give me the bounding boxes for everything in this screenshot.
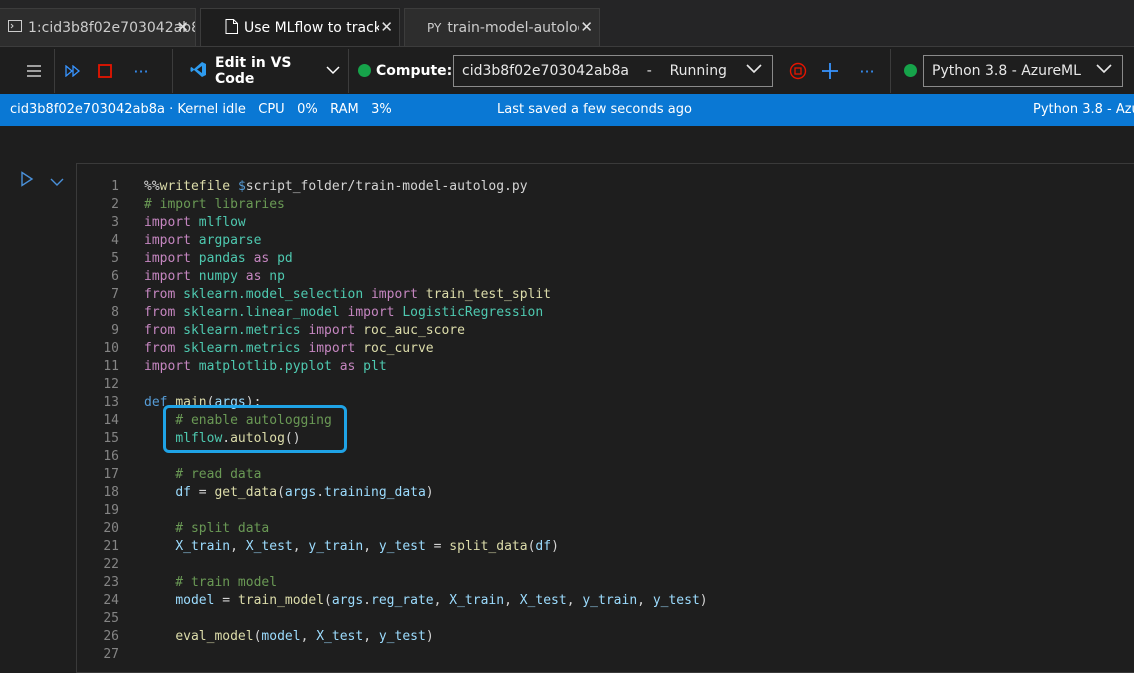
code-line: from sklearn.metrics import roc_auc_scor… [144, 323, 465, 338]
code-line: eval_model(model, X_test, y_test) [175, 629, 434, 644]
vscode-icon [190, 61, 207, 82]
line-number: 21 [103, 539, 119, 554]
line-number: 3 [111, 215, 119, 230]
line-number: 23 [103, 575, 119, 590]
stop-icon[interactable] [94, 59, 116, 83]
code-line: import argparse [144, 233, 262, 248]
line-number: 18 [103, 485, 119, 500]
line-number: 10 [103, 341, 119, 356]
notebook-icon [225, 18, 238, 37]
more-icon[interactable]: ··· [130, 59, 152, 83]
line-number: 11 [103, 359, 119, 374]
code-line: from sklearn.model_selection import trai… [144, 287, 552, 302]
kernel-status-text: cid3b8f02e703042ab8a · Kernel idle CPU 0… [10, 102, 392, 117]
edit-label: Edit in VS Code [215, 55, 292, 87]
stop-compute-icon[interactable] [788, 59, 808, 83]
tab-notebook[interactable]: Use MLflow to track jö ✕ [200, 8, 400, 46]
line-number: 9 [111, 323, 119, 338]
compute-value: cid3b8f02e703042ab8a - Running [462, 63, 727, 79]
edit-in-vscode-button[interactable]: Edit in VS Code [190, 55, 340, 87]
line-number: 7 [111, 287, 119, 302]
line-number: 27 [103, 647, 119, 662]
code-line: # train model [144, 575, 278, 590]
code-line: %%writefile $script_folder/train-model-a… [144, 179, 528, 194]
toolbar-divider [172, 49, 173, 93]
code-line: model = train_model(args.reg_rate, X_tra… [175, 593, 708, 608]
code-line: import pandas as pd [144, 251, 293, 266]
line-number: 4 [111, 233, 119, 248]
code-line: from sklearn.metrics import roc_curve [144, 341, 434, 356]
code-line: import numpy as np [144, 269, 285, 284]
code-line: # split data [144, 521, 270, 536]
line-number: 19 [103, 503, 119, 518]
line-number: 12 [103, 377, 119, 392]
line-number: 20 [103, 521, 119, 536]
more-icon[interactable]: ··· [856, 59, 878, 83]
compute-label: Compute: [376, 63, 453, 79]
run-cell-icon[interactable] [20, 171, 34, 191]
close-icon[interactable]: ✕ [176, 18, 189, 36]
tab-python-file[interactable]: PY train-model-autolog.p ✕ [404, 8, 600, 46]
toolbar-divider [54, 49, 55, 93]
line-number: 8 [111, 305, 119, 320]
line-number: 25 [103, 611, 119, 626]
kernel-name-text: Python 3.8 - Azu [1033, 102, 1134, 117]
close-icon[interactable]: ✕ [580, 18, 593, 36]
code-line: # import libraries [144, 197, 285, 212]
chevron-down-icon [746, 62, 762, 78]
kernel-select[interactable]: Python 3.8 - AzureML [923, 55, 1123, 87]
code-line: import mlflow [144, 215, 246, 230]
close-icon[interactable]: ✕ [380, 18, 393, 36]
toolbar-divider [348, 49, 349, 93]
save-status-text: Last saved a few seconds ago [497, 102, 692, 117]
toolbar-divider [890, 49, 891, 93]
line-number: 6 [111, 269, 119, 284]
code-line: from sklearn.linear_model import Logisti… [144, 305, 544, 320]
tab-bar: 1:cid3b8f02e703042ab8 ✕ Use MLflow to tr… [0, 0, 1134, 46]
tab-label: train-model-autolog.p [447, 19, 579, 36]
code-line: # read data [144, 467, 262, 482]
line-number: 26 [103, 629, 119, 644]
tab-label: Use MLflow to track jö [244, 19, 379, 36]
line-number: 2 [111, 197, 119, 212]
status-bar: cid3b8f02e703042ab8a · Kernel idle CPU 0… [0, 94, 1134, 126]
terminal-icon [8, 20, 22, 35]
chevron-down-icon [326, 63, 340, 79]
kernel-value: Python 3.8 - AzureML [932, 63, 1081, 79]
code-line: X_train, X_test, y_train, y_test = split… [175, 539, 559, 554]
line-number: 13 [103, 395, 119, 410]
line-number: 24 [103, 593, 119, 608]
line-number: 16 [103, 449, 119, 464]
python-file-icon: PY [427, 20, 442, 35]
compute-running-icon [358, 64, 371, 77]
code-line: df = get_data(args.training_data) [175, 485, 434, 500]
line-number: 15 [103, 431, 119, 446]
autolog-highlight-box [163, 405, 347, 453]
line-number: 5 [111, 251, 119, 266]
tab-label: 1:cid3b8f02e703042ab8 [28, 19, 195, 36]
cell-options-chevron-icon[interactable] [50, 172, 64, 191]
line-number: 14 [103, 413, 119, 428]
notebook-toolbar: ··· Edit in VS Code Compute: cid3b8f02e7… [0, 46, 1134, 95]
tab-terminal[interactable]: 1:cid3b8f02e703042ab8 ✕ [0, 8, 196, 46]
line-number: 22 [103, 557, 119, 572]
line-number: 17 [103, 467, 119, 482]
menu-icon[interactable] [22, 59, 46, 83]
line-number: 1 [111, 179, 119, 194]
add-compute-icon[interactable] [820, 59, 840, 83]
code-line: import matplotlib.pyplot as plt [144, 359, 387, 374]
kernel-status-icon [904, 64, 917, 77]
chevron-down-icon [1096, 62, 1112, 78]
compute-select[interactable]: cid3b8f02e703042ab8a - Running [453, 55, 773, 87]
run-all-icon[interactable] [62, 59, 84, 83]
